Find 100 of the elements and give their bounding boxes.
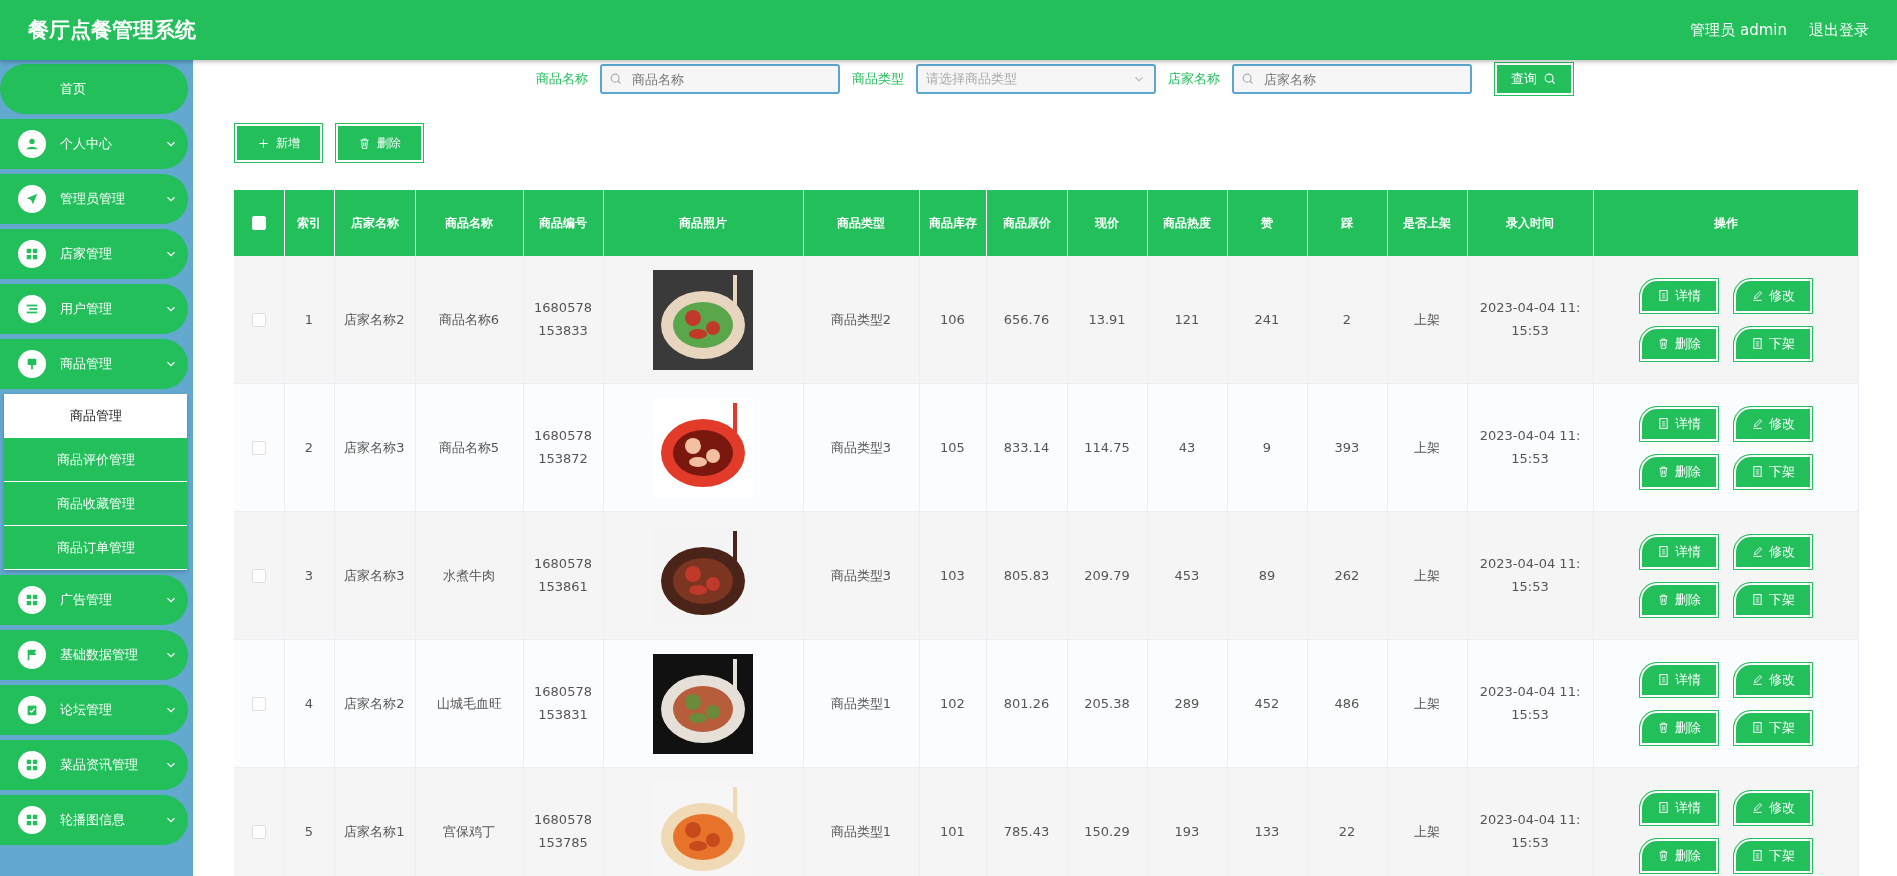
menu-item[interactable]: 首页 [0, 64, 188, 114]
details-button[interactable]: 详情 [1638, 661, 1719, 698]
search-icon [1240, 72, 1255, 86]
column-header: 商品名称 [445, 215, 493, 230]
column-header: 商品库存 [928, 215, 977, 230]
search-icon [1542, 72, 1557, 86]
table-cell: 上架 [1414, 439, 1440, 455]
unlist-button[interactable]: 下架 [1732, 709, 1813, 746]
edit-button[interactable]: 修改 [1732, 405, 1813, 442]
search-field[interactable]: 商品名称 [599, 64, 840, 94]
submenu-item[interactable]: 商品订单管理 [4, 526, 187, 570]
submenu-item[interactable]: 商品评价管理 [4, 438, 187, 482]
menu-item[interactable]: 轮播图信息 [0, 795, 188, 845]
table-cell-text: 1680578153831 [533, 683, 593, 724]
table-cell: 商品类型3 [830, 567, 892, 583]
column-header: 商品类型 [837, 215, 885, 230]
table-cell: 209.79 [1084, 568, 1130, 583]
table-cell: 山城毛血旺 [436, 695, 502, 711]
delete-button[interactable]: 删除 [1638, 581, 1719, 618]
menu-item[interactable]: 用户管理 [0, 284, 188, 334]
column-header: 索引 [297, 215, 321, 230]
table-cell: 453 [1174, 568, 1200, 583]
details-button[interactable]: 详情 [1638, 533, 1719, 570]
table-cell: 上架 [1414, 311, 1440, 327]
table-cell: 上架 [1414, 695, 1440, 711]
table-cell: 801.26 [1003, 696, 1050, 711]
table-cell: 121 [1174, 312, 1200, 327]
brush-icon [18, 350, 46, 378]
column-header: 踩 [1341, 215, 1353, 230]
menu-item[interactable]: 菜品资讯管理 [0, 740, 188, 790]
checkbox[interactable] [251, 697, 266, 712]
menu-item[interactable]: 基础数据管理 [0, 630, 188, 680]
edit-button[interactable]: 修改 [1732, 533, 1813, 570]
table-cell: 店家名称2 [344, 311, 405, 327]
delete-button[interactable]: 删除 [335, 123, 424, 163]
delete-button[interactable]: 删除 [1638, 837, 1719, 874]
table-cell: 452 [1254, 696, 1280, 711]
app-title: 餐厅点餐管理系统 [28, 17, 196, 44]
search-field[interactable]: 店家名称 [1231, 64, 1472, 94]
pencil-icon [1750, 673, 1764, 686]
table-cell: 833.14 [1003, 440, 1050, 455]
column-header: 操作 [1713, 215, 1738, 230]
trash-icon [1656, 721, 1670, 734]
menu-item[interactable]: 论坛管理 [0, 685, 188, 735]
table-cell-text: 1680578153785 [533, 811, 593, 852]
edit-button[interactable]: 修改 [1732, 277, 1813, 314]
details-button[interactable]: 详情 [1638, 789, 1719, 826]
table-cell: 101 [940, 824, 965, 839]
unlist-button[interactable]: 下架 [1732, 453, 1813, 490]
unlist-button[interactable]: 下架 [1732, 581, 1813, 618]
document-icon [1656, 545, 1670, 558]
menu-item[interactable]: 广告管理 [0, 575, 188, 625]
field-label: 商品类型 [851, 70, 904, 88]
checkbox[interactable] [251, 313, 266, 328]
search-button[interactable]: 查询 [1493, 62, 1574, 96]
table-cell: 商品类型2 [830, 311, 892, 327]
table-cell: 商品类型1 [830, 695, 892, 711]
document-icon [1656, 801, 1670, 814]
pencil-icon [1750, 417, 1764, 430]
table-cell: 商品名称6 [438, 311, 500, 327]
menu-item[interactable]: 商品管理 [0, 339, 188, 389]
table-cell: 上架 [1414, 823, 1440, 839]
add-button[interactable]: 新增 [234, 123, 323, 163]
checkbox[interactable] [251, 569, 266, 584]
submenu-item[interactable]: 商品管理 [4, 394, 187, 438]
table-cell: 1 [304, 312, 314, 327]
table-cell-text: 2023-04-04 11:15:53 [1478, 299, 1582, 340]
menu-item[interactable]: 店家管理 [0, 229, 188, 279]
logout-link[interactable]: 退出登录 [1809, 20, 1869, 40]
table-cell: 宫保鸡丁 [443, 823, 495, 839]
delete-button[interactable]: 删除 [1638, 325, 1719, 362]
select-field[interactable]: 请选择商品类型 [915, 64, 1156, 94]
table-cell: 4 [304, 696, 314, 711]
details-button[interactable]: 详情 [1638, 277, 1719, 314]
table-cell: 241 [1254, 312, 1280, 327]
column-header: 商品照片 [679, 215, 727, 230]
trash-icon [1656, 465, 1670, 478]
document-icon [1656, 289, 1670, 302]
menu-item[interactable]: 个人中心 [0, 119, 188, 169]
document-icon [1750, 849, 1764, 862]
details-button[interactable]: 详情 [1638, 405, 1719, 442]
table-cell: 193 [1174, 824, 1200, 839]
table-cell: 393 [1334, 440, 1360, 455]
delete-button[interactable]: 删除 [1638, 709, 1719, 746]
table-cell-text: 1680578153861 [533, 555, 593, 596]
menu-item[interactable]: 管理员管理 [0, 174, 188, 224]
edit-button[interactable]: 修改 [1732, 661, 1813, 698]
submenu-item[interactable]: 商品收藏管理 [4, 482, 187, 526]
list-icon [18, 295, 46, 323]
pencil-icon [1750, 289, 1764, 302]
unlist-button[interactable]: 下架 [1732, 837, 1813, 874]
edit-button[interactable]: 修改 [1732, 789, 1813, 826]
checkbox[interactable] [251, 441, 266, 456]
delete-button[interactable]: 删除 [1638, 453, 1719, 490]
table-cell: 5 [304, 824, 314, 839]
unlist-button[interactable]: 下架 [1732, 325, 1813, 362]
checkbox[interactable] [251, 825, 266, 840]
column-header: 商品原价 [1002, 215, 1051, 230]
table-cell-text: 1680578153833 [533, 299, 593, 340]
table-cell: 2 [304, 440, 314, 455]
